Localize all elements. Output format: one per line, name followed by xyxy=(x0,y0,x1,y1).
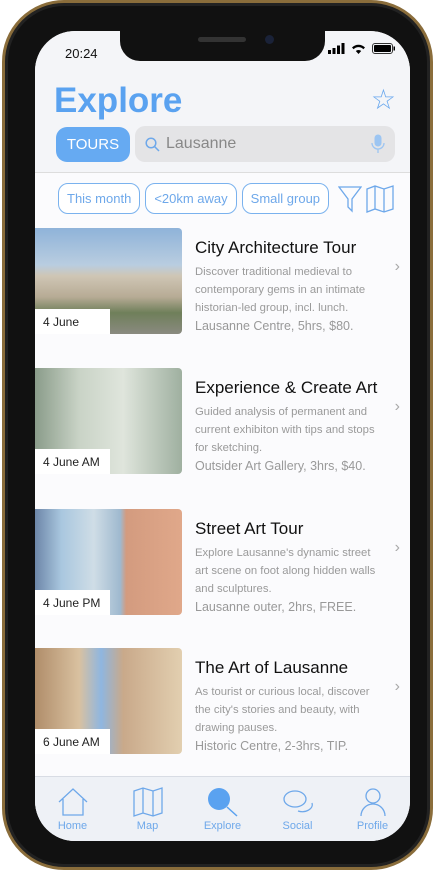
phone-frame: 20:24 Explore ☆ TOURS Lausanne This mont… xyxy=(2,0,433,870)
tab-social[interactable]: Social xyxy=(260,777,335,841)
tour-card[interactable]: 6 June AM The Art of Lausanne As tourist… xyxy=(35,648,410,754)
map-icon[interactable] xyxy=(366,185,394,213)
tab-label: Home xyxy=(57,820,88,832)
tour-meta: Lausanne Centre, 5hrs, $80. xyxy=(195,319,354,333)
filter-chip-distance[interactable]: <20km away xyxy=(145,183,237,214)
tab-label: Social xyxy=(282,820,313,832)
search-value: Lausanne xyxy=(166,135,237,152)
tour-date: 6 June AM xyxy=(35,729,110,754)
tour-description: As tourist or curious local, discover th… xyxy=(195,686,370,734)
tours-button[interactable]: TOURS xyxy=(56,127,130,162)
tour-title: Street Art Tour xyxy=(195,519,304,538)
filter-chip-small-group[interactable]: Small group xyxy=(241,183,330,214)
tab-profile[interactable]: Profile xyxy=(335,777,410,841)
search-icon xyxy=(145,136,160,152)
map-icon xyxy=(132,787,163,817)
microphone-icon[interactable] xyxy=(371,134,385,154)
tour-card[interactable]: 4 June City Architecture Tour Discover t… xyxy=(35,228,410,334)
tab-map[interactable]: Map xyxy=(110,777,185,841)
tour-meta: Outsider Art Gallery, 3hrs, $40. xyxy=(195,459,366,473)
status-icons xyxy=(328,43,396,54)
battery-icon xyxy=(372,43,395,54)
tour-date: 4 June PM xyxy=(35,590,110,615)
tour-title: The Art of Lausanne xyxy=(195,658,349,677)
chevron-right-icon[interactable]: › xyxy=(395,678,400,696)
tab-label: Explore xyxy=(203,820,242,832)
tour-meta: Historic Centre, 2-3hrs, TIP. xyxy=(195,739,349,753)
signal-icon xyxy=(328,43,345,54)
favorites-star-icon[interactable]: ☆ xyxy=(371,83,396,116)
chevron-right-icon[interactable]: › xyxy=(395,539,400,557)
status-time: 20:24 xyxy=(65,46,98,61)
home-icon xyxy=(58,788,87,816)
tour-title: Experience & Create Art xyxy=(195,378,378,397)
tab-label: Map xyxy=(136,820,159,832)
search-input[interactable]: Lausanne xyxy=(135,126,395,162)
tab-label: Profile xyxy=(356,820,389,832)
tour-description: Guided analysis of permanent and current… xyxy=(195,406,375,454)
tour-description: Discover traditional medieval to contemp… xyxy=(195,266,366,314)
page-title: Explore xyxy=(54,81,183,120)
wifi-icon xyxy=(352,44,365,54)
filter-chip-this-month[interactable]: This month xyxy=(58,183,141,214)
tour-date: 4 June AM xyxy=(35,449,110,474)
chevron-right-icon[interactable]: › xyxy=(395,258,400,276)
tour-description: Explore Lausanne's dynamic street art sc… xyxy=(195,547,376,595)
tour-title: City Architecture Tour xyxy=(195,238,357,257)
filter-icon[interactable] xyxy=(338,185,362,213)
header: 20:24 Explore ☆ TOURS Lausanne xyxy=(35,31,410,173)
profile-icon xyxy=(359,788,386,817)
tab-explore[interactable]: Explore xyxy=(185,777,260,841)
tab-home[interactable]: Home xyxy=(35,777,110,841)
screen: 20:24 Explore ☆ TOURS Lausanne This mont… xyxy=(35,31,410,841)
filter-chips: This month <20km away Small group xyxy=(58,183,330,214)
tab-bar: Home Map Explore Social Profile xyxy=(35,776,410,841)
tour-meta: Lausanne outer, 2hrs, FREE. xyxy=(195,600,357,614)
chat-bubbles-icon xyxy=(282,790,313,813)
tour-card[interactable]: 4 June PM Street Art Tour Explore Lausan… xyxy=(35,509,410,615)
tour-card[interactable]: 4 June AM Experience & Create Art Guided… xyxy=(35,368,410,474)
chevron-right-icon[interactable]: › xyxy=(395,398,400,416)
notch xyxy=(120,31,325,61)
tour-date: 4 June xyxy=(35,309,110,334)
search-icon xyxy=(207,788,238,817)
